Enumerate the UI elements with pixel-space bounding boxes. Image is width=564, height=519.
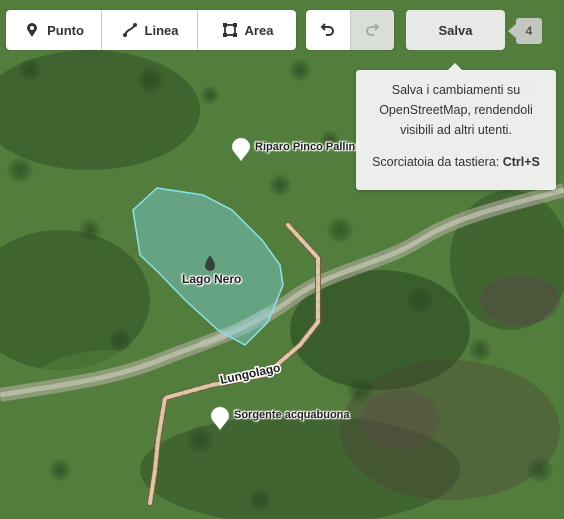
area-label-lago: Lago Nero [182, 272, 242, 286]
history-group [306, 10, 394, 50]
line-icon [121, 21, 139, 39]
area-icon [221, 21, 239, 39]
shortcut-label: Scorciatoia da tastiera: [372, 155, 500, 169]
redo-button[interactable] [350, 10, 394, 50]
redo-icon [363, 19, 381, 42]
add-area-label: Area [244, 22, 274, 38]
draw-mode-group: Punto Linea Area [6, 10, 296, 50]
add-line-button[interactable]: Linea [102, 10, 198, 50]
shortcut-key: Ctrl+S [502, 155, 540, 169]
change-count-badge: 4 [508, 18, 542, 44]
add-area-button[interactable]: Area [198, 10, 296, 50]
save-tooltip: Salva i cambiamenti su OpenStreetMap, re… [356, 63, 556, 190]
add-line-label: Linea [144, 22, 179, 38]
tooltip-text: Salva i cambiamenti su OpenStreetMap, re… [379, 83, 533, 137]
tooltip-shortcut: Scorciatoia da tastiera: Ctrl+S [366, 152, 546, 172]
undo-icon [319, 19, 337, 42]
add-point-button[interactable]: Punto [6, 10, 102, 50]
save-button[interactable]: Salva [406, 10, 505, 50]
undo-button[interactable] [306, 10, 351, 50]
point-icon [23, 21, 41, 39]
poi-label-sorgente: Sorgente acquabuona [234, 409, 350, 421]
poi-label-riparo: Riparo Pinco Pallino [255, 141, 362, 153]
add-point-label: Punto [47, 22, 84, 38]
